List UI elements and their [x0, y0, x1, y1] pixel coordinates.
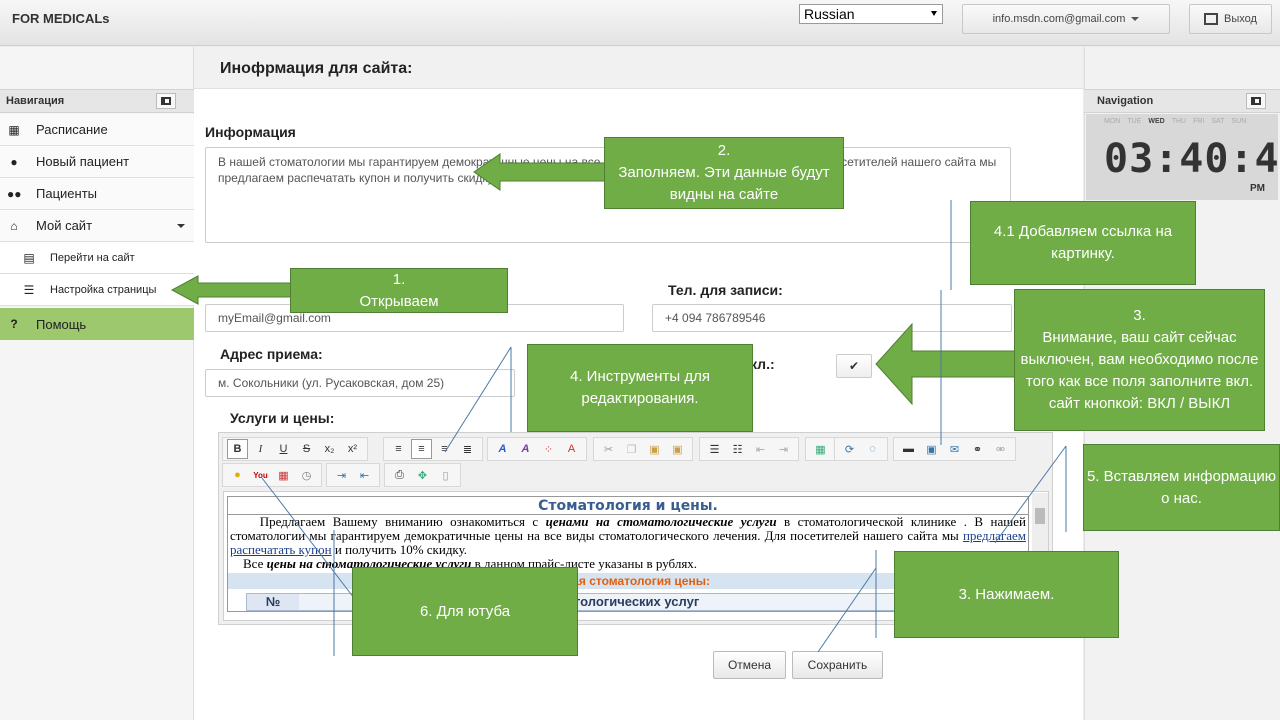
arrow-shape: [170, 275, 293, 305]
arrow-shape: [875, 322, 1017, 406]
callout-step-4: 4. Инструменты для редактирования.: [527, 344, 753, 432]
callout-step-5: 5. Вставляем информацию о нас.: [1083, 444, 1280, 531]
pointer-line: [817, 567, 877, 653]
pointer-line: [994, 445, 1067, 544]
callout-step-4-1: 4.1 Добавляем ссылка на картинку.: [970, 201, 1196, 285]
callout-step-3-press: 3. Нажимаем.: [894, 551, 1119, 638]
callout-step-3-warning: 3. Внимание, ваш сайт сейчас выключен, в…: [1014, 289, 1265, 431]
callout-step-6: 6. Для ютуба: [352, 567, 578, 656]
callout-step-1: 1. Открываем: [290, 268, 508, 313]
pointer-line: [261, 477, 355, 599]
pointer-line: [444, 346, 512, 453]
arrow-shape: [473, 153, 607, 191]
callout-step-2: 2. Заполняем. Эти данные будут видны на …: [604, 137, 844, 209]
